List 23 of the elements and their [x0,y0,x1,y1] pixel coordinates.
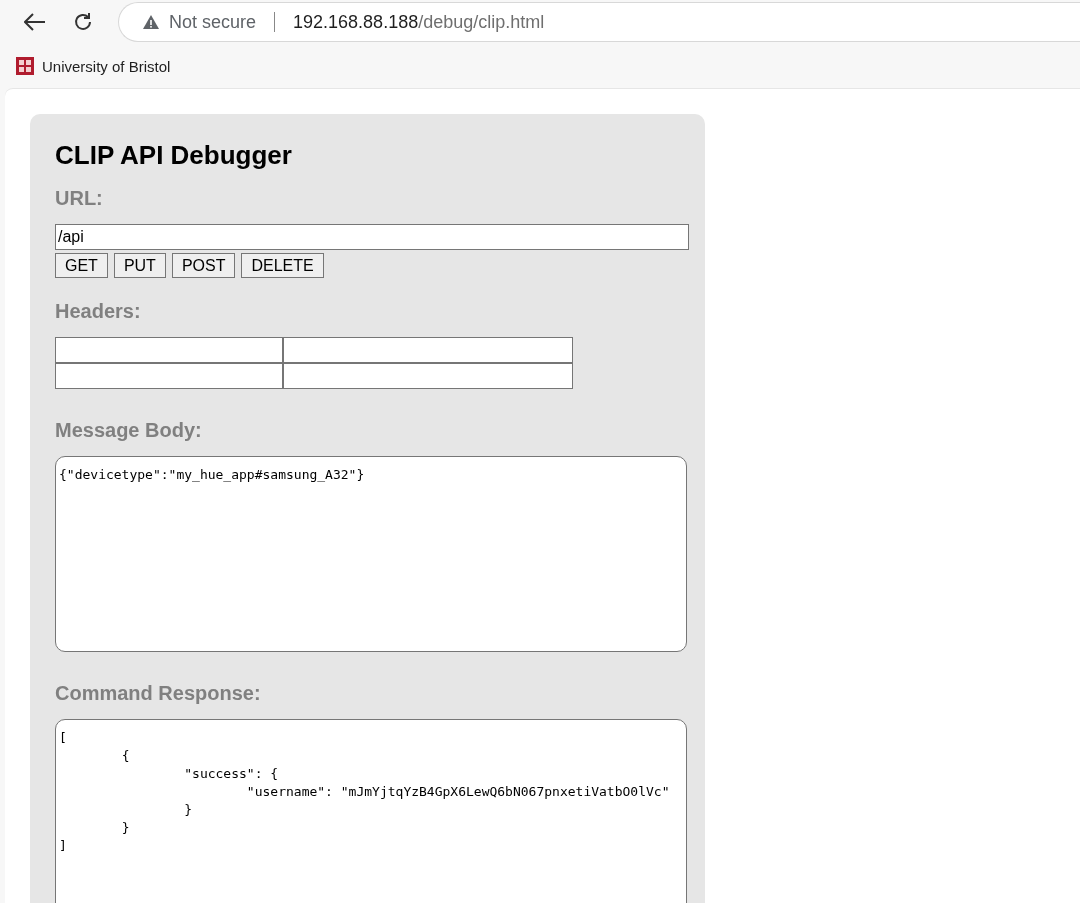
header-value-input[interactable] [283,337,573,363]
header-name-input[interactable] [55,337,283,363]
url-path: /debug/clip.html [418,11,545,33]
crest-icon [16,57,34,75]
method-button[interactable]: DELETE [241,253,324,278]
warning-icon [143,15,159,29]
url-host: 192.168.88.188 [293,11,419,33]
address-bar[interactable]: Not secure 192.168.88.188/debug/clip.html [118,2,1080,42]
response-field[interactable]: [ { "success": { "username": "mJmYjtqYzB4GpX6LewQ6bN067pnxetiVatbO0lVc" } } ] [55,719,687,903]
header-value-input[interactable] [283,363,573,389]
header-name-input[interactable] [55,363,283,389]
bookmark-link[interactable]: University of Bristol [16,57,171,75]
url-input[interactable]: /api [55,224,689,250]
section-label: Message Body: [55,419,203,442]
page-title: CLIP API Debugger [55,140,293,171]
method-button[interactable]: GET [55,253,108,278]
section-label: Headers: [55,300,142,323]
message-body-field[interactable]: {"devicetype":"my_hue_app#samsung_A32"} [55,456,687,652]
section-label: URL: [55,187,104,210]
security-label: Not secure [169,11,257,33]
method-button[interactable]: PUT [113,253,166,278]
section-label: Command Response: [55,682,262,705]
method-button[interactable]: POST [171,253,236,278]
